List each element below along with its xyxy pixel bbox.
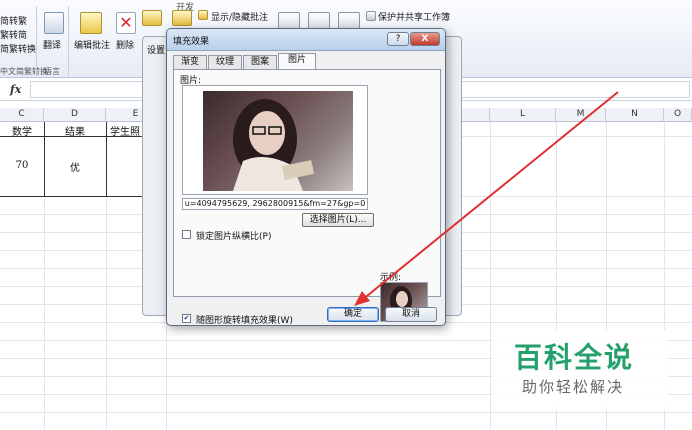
watermark: 百科全说 助你轻松解决 [492, 330, 668, 410]
watermark-title: 百科全说 [514, 341, 635, 374]
watermark-subtitle: 助你轻松解决 [522, 378, 625, 396]
